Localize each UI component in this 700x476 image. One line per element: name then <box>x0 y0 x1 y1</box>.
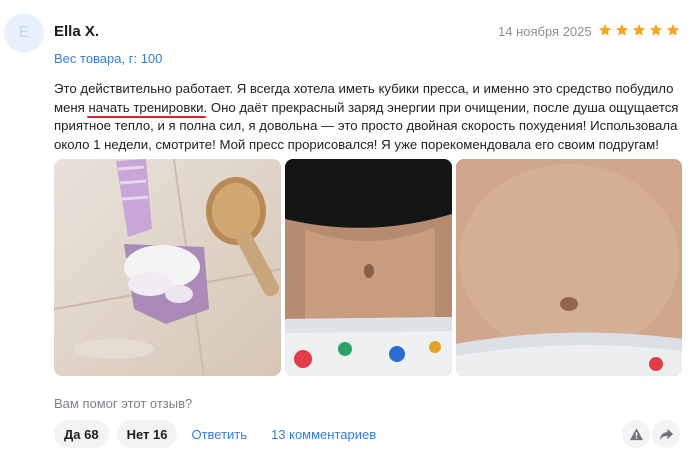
review-text: Это действительно работает. Я всегда хот… <box>54 80 684 154</box>
review-date: 14 ноября 2025 <box>498 24 592 39</box>
yes-button[interactable]: Да 68 <box>54 420 109 448</box>
reply-link[interactable]: Ответить <box>191 427 247 442</box>
review-photo-belly-2[interactable] <box>456 159 682 376</box>
star-icon <box>615 24 629 36</box>
share-button[interactable] <box>652 420 680 448</box>
product-variant[interactable]: Вес товара, г: 100 <box>54 51 162 66</box>
avatar-letter: E <box>18 24 30 41</box>
review-text-highlight: начать тренировки <box>88 99 204 115</box>
no-button[interactable]: Нет 16 <box>116 420 178 448</box>
share-icon <box>659 428 673 440</box>
star-icon <box>598 24 612 36</box>
review-photos <box>54 159 682 376</box>
report-icon <box>629 427 643 440</box>
star-icon <box>649 24 663 36</box>
report-button[interactable] <box>622 420 650 448</box>
star-icon <box>666 24 680 36</box>
avatar: E <box>4 13 44 53</box>
rating-stars <box>598 23 680 37</box>
author-name[interactable]: Ella X. <box>54 23 99 40</box>
star-icon <box>632 24 646 36</box>
comments-link[interactable]: 13 комментариев <box>271 427 376 442</box>
review-photo-soap[interactable] <box>54 159 281 376</box>
review-photo-belly-1[interactable] <box>285 159 452 376</box>
helpful-question: Вам помог этот отзыв? <box>54 396 193 411</box>
review-actions: Да 68 Нет 16 Ответить 13 комментариев <box>54 420 394 448</box>
